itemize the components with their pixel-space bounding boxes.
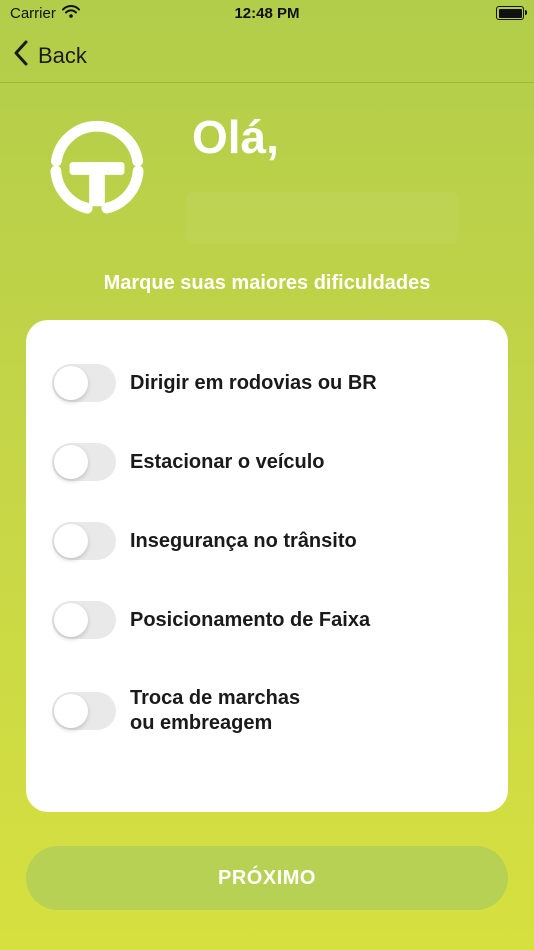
- option-estacionar[interactable]: Estacionar o veículo: [52, 443, 325, 481]
- chevron-left-icon: [14, 40, 28, 72]
- toggle-knob: [54, 524, 88, 558]
- back-label: Back: [38, 43, 87, 68]
- navigation-bar: Back: [0, 28, 534, 83]
- toggle-switch[interactable]: [52, 443, 116, 481]
- toggle-switch[interactable]: [52, 692, 116, 730]
- option-dirigir-rodovias[interactable]: Dirigir em rodovias ou BR: [52, 364, 377, 402]
- toggle-knob: [54, 603, 88, 637]
- toggle-switch[interactable]: [52, 522, 116, 560]
- next-button[interactable]: PRÓXIMO: [26, 846, 508, 910]
- greeting-title: Olá,: [192, 111, 279, 163]
- steering-wheel-icon: [48, 118, 146, 216]
- back-button[interactable]: Back: [14, 40, 87, 72]
- toggle-switch[interactable]: [52, 364, 116, 402]
- page-subtitle: Marque suas maiores dificuldades: [103, 272, 431, 294]
- option-troca-marchas[interactable]: Troca de marchas ou embreagem: [52, 686, 300, 736]
- option-label: Dirigir em rodovias ou BR: [130, 371, 377, 394]
- option-label: Posicionamento de Faixa: [130, 608, 371, 631]
- toggle-knob: [54, 445, 88, 479]
- option-posicionamento-faixa[interactable]: Posicionamento de Faixa: [52, 601, 370, 639]
- toggle-knob: [54, 366, 88, 400]
- options-card: Dirigir em rodovias ou BR Estacionar o v…: [26, 320, 508, 812]
- option-label: Troca de marchas ou embreagem: [130, 687, 301, 734]
- option-label: Insegurança no trânsito: [130, 529, 357, 552]
- status-bar: Carrier 12:48 PM: [0, 0, 534, 28]
- status-right: [496, 6, 527, 20]
- option-inseguranca[interactable]: Insegurança no trânsito: [52, 522, 357, 560]
- battery-icon: [496, 6, 527, 20]
- toggle-knob: [54, 694, 88, 728]
- option-label: Estacionar o veículo: [130, 450, 325, 473]
- status-time: 12:48 PM: [234, 5, 300, 22]
- user-name-placeholder: [186, 192, 458, 244]
- battery-fill: [498, 8, 522, 18]
- toggle-switch[interactable]: [52, 601, 116, 639]
